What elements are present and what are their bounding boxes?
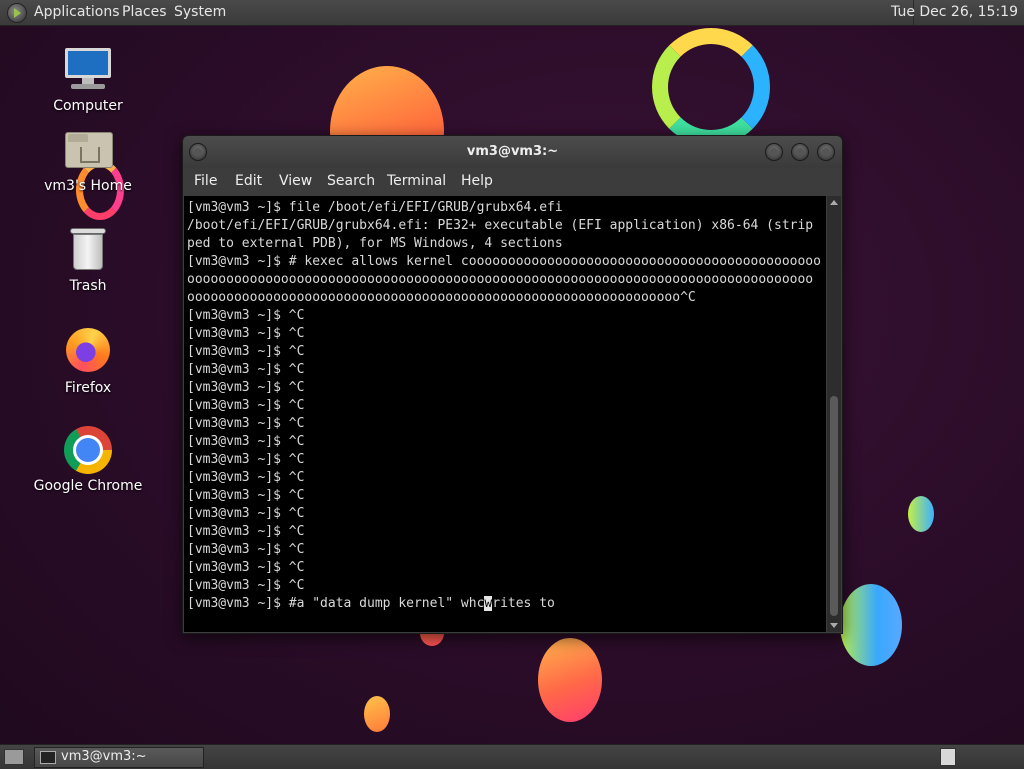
- clock[interactable]: Tue Dec 26, 15:19: [891, 4, 1018, 20]
- current-command-line[interactable]: [vm3@vm3 ~]$ #a "data dump kernel" whcwr…: [187, 596, 555, 611]
- desktop-icon-computer[interactable]: Computer: [33, 46, 143, 114]
- wallpaper-blob: [908, 496, 934, 532]
- system-menu[interactable]: System: [174, 4, 226, 20]
- terminal-scrollbar[interactable]: [827, 196, 841, 632]
- terminal-line: [vm3@vm3 ~]$ ^C: [187, 470, 305, 485]
- terminal-output: [vm3@vm3 ~]$ file /boot/efi/EFI/GRUB/gru…: [184, 196, 826, 616]
- desktop-icon-label: Firefox: [64, 380, 112, 396]
- desktop-icon-trash[interactable]: Trash: [33, 226, 143, 294]
- terminal-line: [vm3@vm3 ~]$ ^C: [187, 542, 305, 557]
- firefox-icon: [63, 328, 113, 374]
- scroll-down-arrow-icon[interactable]: [830, 623, 838, 628]
- terminal-line: [vm3@vm3 ~]$ ^C: [187, 578, 305, 593]
- distro-logo-icon[interactable]: [7, 3, 27, 23]
- home-folder-icon: [63, 126, 113, 172]
- show-desktop-icon[interactable]: [4, 749, 24, 765]
- terminal-window[interactable]: vm3@vm3:~ File Edit View Search Terminal…: [182, 135, 843, 634]
- desktop-icon-label: Computer: [53, 98, 123, 114]
- command-text: [vm3@vm3 ~]$ #a "data dump kernel" whc: [187, 596, 485, 611]
- window-titlebar[interactable]: vm3@vm3:~: [183, 136, 842, 168]
- terminal-line: oooooooooooooooooooooooooooooooooooooooo…: [187, 272, 814, 287]
- bottom-panel: vm3@vm3:~: [0, 744, 1024, 769]
- terminal-line: [vm3@vm3 ~]$ ^C: [187, 488, 305, 503]
- top-panel: Applications Places System Tue Dec 26, 1…: [0, 0, 1024, 26]
- wallpaper-blob: [364, 696, 390, 732]
- terminal-line: [vm3@vm3 ~]$ ^C: [187, 506, 305, 521]
- menu-view[interactable]: View: [279, 173, 312, 189]
- wallpaper-ring: [652, 28, 770, 146]
- desktop-icon-label: vm3's Home: [44, 178, 132, 194]
- terminal-line: [vm3@vm3 ~]$ ^C: [187, 362, 305, 377]
- terminal-line: [vm3@vm3 ~]$ ^C: [187, 434, 305, 449]
- terminal-screen[interactable]: [vm3@vm3 ~]$ file /boot/efi/EFI/GRUB/gru…: [184, 196, 826, 632]
- chrome-icon: [63, 426, 113, 474]
- terminal-icon: [40, 751, 56, 764]
- desktop-icon-label: Trash: [69, 278, 107, 294]
- wallpaper-blob: [840, 584, 902, 666]
- desktop-icon-label: Google Chrome: [33, 478, 143, 494]
- terminal-line: [vm3@vm3 ~]$ ^C: [187, 452, 305, 467]
- terminal-line: [vm3@vm3 ~]$ ^C: [187, 344, 305, 359]
- terminal-line: [vm3@vm3 ~]$ ^C: [187, 398, 305, 413]
- desktop-icon-firefox[interactable]: Firefox: [33, 328, 143, 396]
- desktop-icon-home[interactable]: vm3's Home: [33, 126, 143, 194]
- terminal-line: [vm3@vm3 ~]$ file /boot/efi/EFI/GRUB/gru…: [187, 200, 563, 215]
- close-button[interactable]: [817, 143, 835, 161]
- menu-terminal[interactable]: Terminal: [387, 173, 446, 189]
- terminal-line: [vm3@vm3 ~]$ ^C: [187, 326, 305, 341]
- menu-search[interactable]: Search: [327, 173, 375, 189]
- menu-edit[interactable]: Edit: [235, 173, 262, 189]
- scroll-up-arrow-icon[interactable]: [830, 200, 838, 205]
- trash-icon: [63, 226, 113, 272]
- terminal-line: ped to external PDB), for MS Windows, 4 …: [187, 236, 563, 251]
- places-menu[interactable]: Places: [122, 4, 167, 20]
- workspace-switcher[interactable]: [940, 748, 956, 766]
- terminal-menubar: File Edit View Search Terminal Help: [183, 168, 842, 195]
- maximize-button[interactable]: [791, 143, 809, 161]
- terminal-line: [vm3@vm3 ~]$ ^C: [187, 416, 305, 431]
- terminal-line: oooooooooooooooooooooooooooooooooooooooo…: [187, 290, 696, 305]
- terminal-line: /boot/efi/EFI/GRUB/grubx64.efi: PE32+ ex…: [187, 218, 814, 233]
- terminal-line: [vm3@vm3 ~]$ ^C: [187, 524, 305, 539]
- computer-icon: [63, 46, 113, 92]
- desktop-icon-chrome[interactable]: Google Chrome: [33, 426, 143, 494]
- terminal-line: [vm3@vm3 ~]$ ^C: [187, 308, 305, 323]
- applications-menu[interactable]: Applications: [34, 4, 120, 20]
- scrollbar-thumb[interactable]: [830, 396, 838, 616]
- terminal-line: [vm3@vm3 ~]$ # kexec allows kernel coooo…: [187, 254, 821, 269]
- minimize-button[interactable]: [765, 143, 783, 161]
- menu-help[interactable]: Help: [461, 173, 493, 189]
- terminal-line: [vm3@vm3 ~]$ ^C: [187, 380, 305, 395]
- taskbar-window-label: vm3@vm3:~: [61, 749, 147, 764]
- window-title: vm3@vm3:~: [466, 144, 559, 159]
- terminal-history: [vm3@vm3 ~]$ file /boot/efi/EFI/GRUB/gru…: [187, 200, 821, 593]
- command-text-after-cursor: rites to: [492, 596, 555, 611]
- terminal-line: [vm3@vm3 ~]$ ^C: [187, 560, 305, 575]
- taskbar-window-button[interactable]: vm3@vm3:~: [34, 747, 204, 768]
- wallpaper-blob: [538, 638, 602, 722]
- menu-file[interactable]: File: [194, 173, 217, 189]
